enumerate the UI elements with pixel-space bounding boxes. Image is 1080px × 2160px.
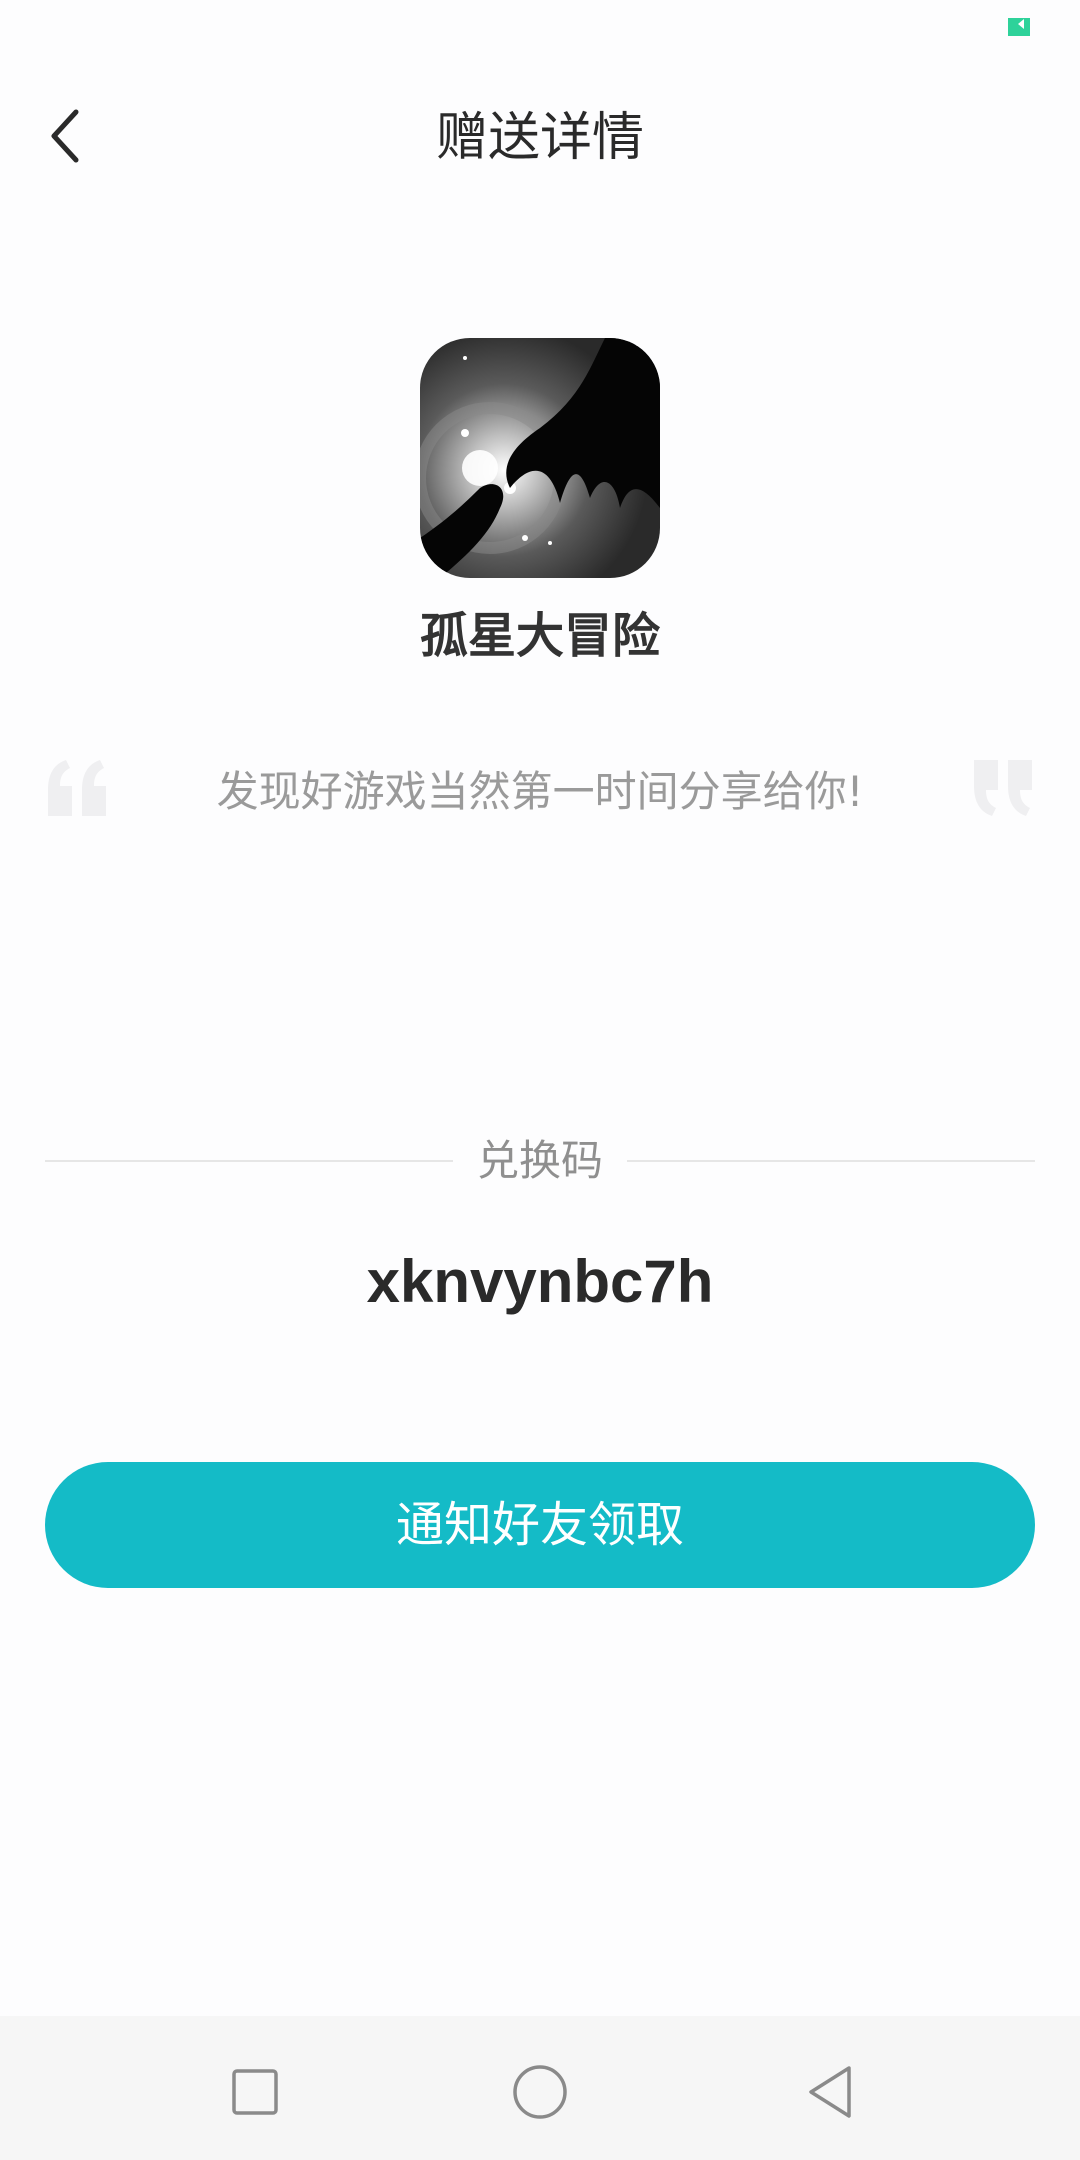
- redeem-code: xknvynbc7h: [366, 1248, 714, 1315]
- notify-friend-button[interactable]: 通知好友领取: [45, 1462, 1035, 1588]
- screen: 赠送详情 孤星大冒险 发现好游戏当然第一时间分享给你! 兑换码 xknvynbc…: [0, 0, 1080, 2160]
- game-artwork-icon: [420, 338, 660, 578]
- nav-back-button[interactable]: [790, 2052, 870, 2132]
- page-title: 赠送详情: [435, 108, 644, 168]
- quote-close-icon: [974, 760, 1032, 816]
- app-name: 孤星大冒险: [419, 608, 660, 664]
- header: 赠送详情: [0, 80, 1080, 200]
- divider-left: [45, 1160, 453, 1162]
- square-icon: [232, 2069, 278, 2115]
- navigation-bar: [0, 2016, 1080, 2160]
- status-bar: [0, 0, 1080, 56]
- battery-icon: [1008, 18, 1030, 36]
- share-message: 发现好游戏当然第一时间分享给你!: [216, 767, 864, 816]
- app-icon: [420, 338, 660, 578]
- triangle-left-icon: [809, 2066, 851, 2118]
- redeem-label: 兑换码: [476, 1136, 603, 1185]
- divider-right: [627, 1160, 1035, 1162]
- nav-home-button[interactable]: [500, 2052, 580, 2132]
- quote-open-icon: [48, 760, 106, 816]
- nav-recent-apps-button[interactable]: [215, 2052, 295, 2132]
- circle-icon: [513, 2065, 567, 2119]
